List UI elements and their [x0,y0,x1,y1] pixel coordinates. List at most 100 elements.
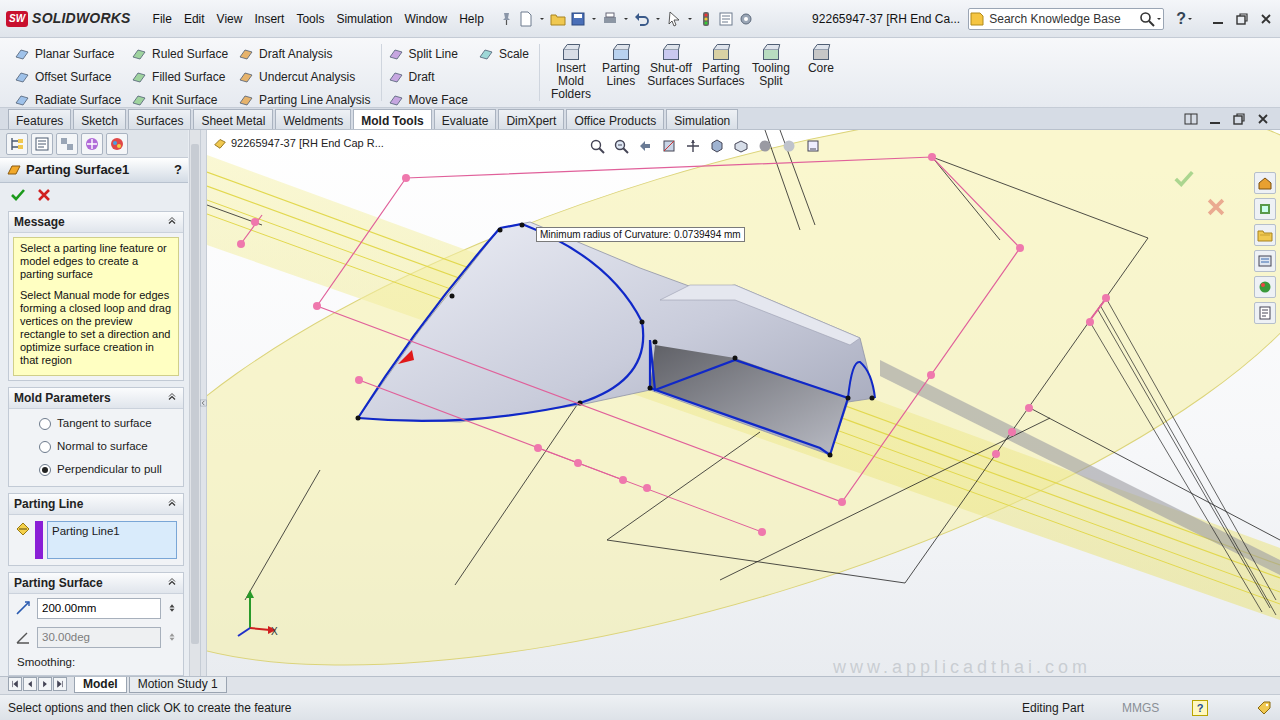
collapse-chevron-icon[interactable] [166,577,178,589]
section-header[interactable]: Mold Parameters [9,388,183,409]
zoom-area-icon[interactable] [611,136,631,156]
section-view-icon[interactable] [659,136,679,156]
radio-option[interactable]: Perpendicular to pull [9,459,183,482]
selection-list[interactable]: Parting Line1 [47,521,177,559]
command-tab[interactable]: Evaluate [434,109,497,129]
menu-item[interactable]: Window [398,8,453,30]
mold-tool-icon[interactable] [561,42,581,62]
magnifier-icon[interactable] [1139,11,1155,27]
surface-tool-icon[interactable] [14,46,30,62]
confirm-corner-cancel[interactable] [1205,196,1227,223]
menu-item[interactable]: View [211,8,249,30]
help-button[interactable]: ? [174,160,182,180]
cancel-x-icon[interactable] [1205,196,1227,218]
help-button[interactable]: ? [1176,7,1186,31]
edit-appearance-icon[interactable] [755,136,775,156]
scene-icon[interactable] [779,136,799,156]
scrollbar[interactable] [189,130,200,676]
mold-tool-button[interactable]: ToolingSplit [746,42,796,88]
display-manager-icon[interactable] [109,136,125,152]
section-header[interactable]: Parting Line [9,494,183,515]
property-manager-icon[interactable] [34,136,50,152]
command-tab[interactable]: Features [8,109,71,129]
graphics-area[interactable]: 92265947-37 [RH End Cap R...Minimum radi… [207,130,1280,676]
radio-button[interactable] [39,441,51,453]
manager-tab[interactable] [81,133,103,155]
mold-tool-icon[interactable] [811,42,831,62]
tool-button[interactable]: Undercut Analysis [238,65,374,88]
surface-tool-icon[interactable] [388,46,404,62]
menu-item[interactable]: Edit [178,8,211,30]
home-icon[interactable] [1254,172,1276,194]
app-logo[interactable]: SWSOLIDWORKS [6,8,131,29]
selection-item[interactable]: Parting Line1 [52,523,172,540]
model-view[interactable] [207,130,1280,676]
surface-tool-icon[interactable] [14,69,30,85]
minimize-icon[interactable] [1206,111,1224,127]
tool-button[interactable]: Planar Surface [14,42,125,65]
dropdown-caret-icon[interactable] [1186,11,1194,27]
radio-button[interactable] [39,418,51,430]
tool-button[interactable]: Offset Surface [14,65,125,88]
tool-button[interactable]: Scale [478,42,533,65]
tab-scroll-button[interactable] [38,677,52,691]
surface-tool-icon[interactable] [14,92,30,108]
view-settings-icon[interactable] [803,136,823,156]
surface-tool-icon[interactable] [131,69,147,85]
panel-splitter[interactable] [200,130,207,676]
tab-scroll-button[interactable] [53,677,67,691]
command-tab[interactable]: DimXpert [498,109,564,129]
mold-tool-button[interactable]: InsertMoldFolders [546,42,596,101]
manager-tab[interactable] [31,133,53,155]
display-style-icon[interactable] [707,136,727,156]
command-tab[interactable]: Surfaces [128,109,191,129]
mold-tool-button[interactable]: PartingSurfaces [696,42,746,88]
command-tab[interactable]: Weldments [275,109,351,129]
dropdown-caret-icon[interactable] [1155,11,1163,27]
tool-button[interactable]: Draft [388,65,472,88]
dropdown-caret-icon[interactable] [590,11,598,27]
mold-tool-icon[interactable] [661,42,681,62]
knowledge-base-icon[interactable] [969,11,985,27]
mold-tool-button[interactable]: PartingLines [596,42,646,88]
menu-item[interactable]: File [147,8,178,30]
tool-button[interactable]: Split Line [388,42,472,65]
tool-button[interactable]: Filled Surface [131,65,232,88]
zoom-to-fit-icon[interactable] [587,136,607,156]
search-box[interactable] [968,8,1164,30]
menu-item[interactable]: Simulation [330,8,398,30]
confirm-corner-ok[interactable] [1173,168,1195,195]
part-icon[interactable] [213,136,227,150]
model-tab[interactable]: Model [74,677,127,693]
first-tab-icon[interactable] [10,679,20,689]
mold-tool-button[interactable]: Core [796,42,846,75]
tile-view-icon[interactable] [1182,111,1200,127]
collapse-chevron-icon[interactable] [166,216,178,228]
print-icon[interactable] [602,11,618,27]
tool-button[interactable]: Draft Analysis [238,42,374,65]
tab-scroll-button[interactable] [8,677,22,691]
previous-view-icon[interactable] [635,136,655,156]
menu-item[interactable]: Help [453,8,490,30]
ok-check-icon[interactable] [10,187,26,203]
restore-icon[interactable] [1230,111,1248,127]
surface-tool-icon[interactable] [238,92,254,108]
custom-properties-icon[interactable] [1254,302,1276,324]
cancel-x-icon[interactable] [36,187,52,203]
feature-tree-flyout[interactable]: 92265947-37 [RH End Cap R... [213,135,384,152]
surface-tool-icon[interactable] [131,46,147,62]
feature-tree-icon[interactable] [9,136,25,152]
manager-tab[interactable] [106,133,128,155]
tool-button[interactable]: Knit Surface [131,88,232,111]
configuration-icon[interactable] [59,136,75,152]
collapse-chevron-icon[interactable] [166,392,178,404]
menu-item[interactable]: Tools [290,8,330,30]
surface-tool-icon[interactable] [478,46,494,62]
angle-field[interactable] [37,627,161,648]
restore-icon[interactable] [1234,11,1250,27]
tool-button[interactable]: Radiate Surface [14,88,125,111]
next-tab-icon[interactable] [40,679,50,689]
tool-button[interactable]: Ruled Surface [131,42,232,65]
surface-tool-icon[interactable] [131,92,147,108]
close-icon[interactable] [1254,111,1272,127]
